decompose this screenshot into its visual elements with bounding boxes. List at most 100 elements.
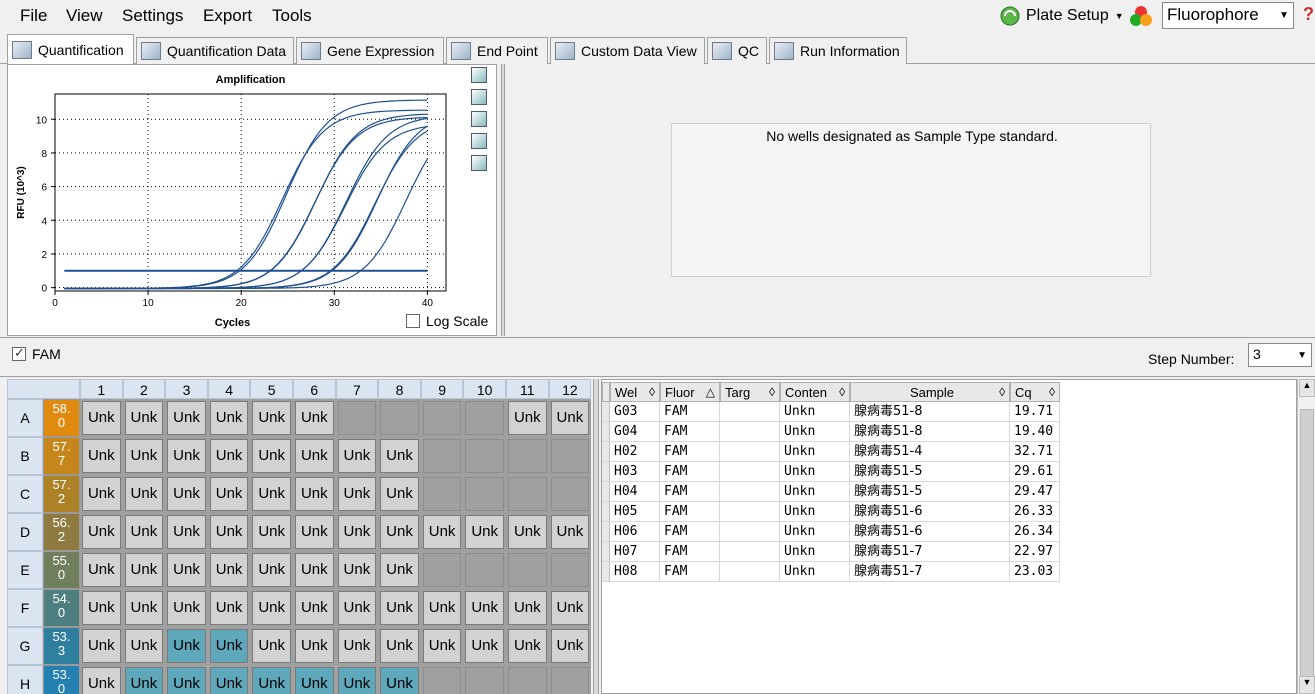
- row-selector[interactable]: [602, 482, 610, 502]
- plate-well[interactable]: [422, 439, 462, 473]
- plate-well[interactable]: Unk: [82, 667, 121, 694]
- plate-well[interactable]: Unk: [508, 591, 547, 625]
- table-cell[interactable]: FAM: [660, 422, 720, 442]
- plate-well[interactable]: Unk: [167, 553, 206, 587]
- column-header[interactable]: 6: [293, 379, 336, 399]
- plate-well[interactable]: Unk: [550, 401, 590, 435]
- tab-run-information[interactable]: Run Information: [769, 37, 907, 64]
- column-header[interactable]: 12: [548, 379, 591, 399]
- row-header[interactable]: A: [7, 399, 43, 437]
- zoom-icon[interactable]: [471, 133, 487, 149]
- table-cell[interactable]: [720, 522, 780, 542]
- plate-well[interactable]: Unk: [550, 629, 590, 663]
- plate-well[interactable]: Unk: [124, 591, 164, 625]
- plate-well[interactable]: Unk: [337, 515, 377, 549]
- row-selector[interactable]: [602, 442, 610, 462]
- table-cell[interactable]: 腺病毒51-8: [850, 402, 1010, 422]
- table-cell[interactable]: H03: [610, 462, 660, 482]
- plate-well[interactable]: [465, 439, 504, 473]
- plate-setup-button[interactable]: Plate Setup ▼: [998, 3, 1124, 29]
- menu-file[interactable]: File: [20, 6, 47, 26]
- plate-well[interactable]: Unk: [252, 401, 291, 435]
- table-cell[interactable]: Unkn: [780, 522, 850, 542]
- row-header[interactable]: H: [7, 665, 43, 694]
- sort-icon[interactable]: ◊: [649, 383, 655, 401]
- plate-well[interactable]: Unk: [508, 401, 547, 435]
- table-cell[interactable]: [720, 502, 780, 522]
- help-icon[interactable]: ?: [1303, 4, 1314, 25]
- plate-well[interactable]: [550, 667, 590, 694]
- table-cell[interactable]: H04: [610, 482, 660, 502]
- plate-well[interactable]: Unk: [380, 515, 419, 549]
- scroll-down-icon[interactable]: ▼: [1299, 676, 1315, 694]
- row-selector-header[interactable]: [602, 382, 610, 402]
- table-cell[interactable]: 19.71: [1010, 402, 1060, 422]
- target-column-header[interactable]: Targ ◊: [720, 382, 780, 402]
- log-scale-checkbox[interactable]: Log Scale: [406, 313, 488, 329]
- plate-well[interactable]: Unk: [167, 401, 206, 435]
- table-cell[interactable]: 32.71: [1010, 442, 1060, 462]
- plate-well[interactable]: Unk: [295, 477, 334, 511]
- table-cell[interactable]: [720, 442, 780, 462]
- plate-well[interactable]: Unk: [124, 553, 164, 587]
- row-selector[interactable]: [602, 522, 610, 542]
- vertical-scrollbar[interactable]: ▲ ▼: [1297, 379, 1315, 694]
- plate-well[interactable]: Unk: [82, 553, 121, 587]
- plate-well[interactable]: Unk: [209, 515, 249, 549]
- plate-well[interactable]: Unk: [82, 629, 121, 663]
- table-cell[interactable]: [720, 462, 780, 482]
- plate-well[interactable]: Unk: [124, 477, 164, 511]
- column-header[interactable]: 5: [250, 379, 293, 399]
- column-header[interactable]: 7: [335, 379, 379, 399]
- table-cell[interactable]: [720, 542, 780, 562]
- plate-well[interactable]: Unk: [252, 515, 291, 549]
- plate-well[interactable]: Unk: [209, 591, 249, 625]
- plate-well[interactable]: [550, 477, 590, 511]
- plate-well[interactable]: Unk: [82, 591, 121, 625]
- row-selector[interactable]: [602, 502, 610, 522]
- scroll-up-icon[interactable]: ▲: [1299, 379, 1315, 397]
- table-cell[interactable]: 26.33: [1010, 502, 1060, 522]
- tab-gene-expression[interactable]: Gene Expression: [296, 37, 444, 64]
- plate-well[interactable]: Unk: [209, 629, 249, 663]
- plate-well[interactable]: [550, 553, 590, 587]
- menu-tools[interactable]: Tools: [272, 6, 312, 26]
- table-cell[interactable]: 腺病毒51-6: [850, 502, 1010, 522]
- column-header[interactable]: 3: [165, 379, 208, 399]
- plate-well[interactable]: Unk: [252, 667, 291, 694]
- plate-well[interactable]: Unk: [295, 591, 334, 625]
- fam-checkbox[interactable]: FAM: [12, 345, 61, 362]
- table-cell[interactable]: Unkn: [780, 462, 850, 482]
- plate-well[interactable]: Unk: [465, 591, 504, 625]
- row-selector[interactable]: [602, 402, 610, 422]
- plate-well[interactable]: Unk: [167, 477, 206, 511]
- table-cell[interactable]: Unkn: [780, 422, 850, 442]
- column-header[interactable]: 10: [463, 379, 506, 399]
- table-cell[interactable]: 26.34: [1010, 522, 1060, 542]
- table-cell[interactable]: 23.03: [1010, 562, 1060, 582]
- column-header[interactable]: 8: [378, 379, 421, 399]
- row-header[interactable]: B: [7, 437, 43, 475]
- plate-well[interactable]: Unk: [124, 515, 164, 549]
- plate-well[interactable]: [465, 553, 504, 587]
- sort-icon[interactable]: ◊: [999, 383, 1005, 401]
- plate-well[interactable]: Unk: [295, 553, 334, 587]
- plate-well[interactable]: [550, 439, 590, 473]
- tab-qc[interactable]: QC: [707, 37, 767, 64]
- tab-end-point[interactable]: End Point: [446, 37, 548, 64]
- plate-well[interactable]: Unk: [380, 553, 419, 587]
- plate-well[interactable]: Unk: [295, 515, 334, 549]
- plate-well[interactable]: Unk: [209, 553, 249, 587]
- plate-well[interactable]: Unk: [295, 401, 334, 435]
- plate-well[interactable]: [422, 667, 462, 694]
- plate-well[interactable]: Unk: [167, 591, 206, 625]
- plate-well[interactable]: Unk: [337, 591, 377, 625]
- panel-splitter[interactable]: [593, 379, 599, 694]
- cq-column-header[interactable]: Cq ◊: [1010, 382, 1060, 402]
- plate-well[interactable]: Unk: [82, 401, 121, 435]
- table-cell[interactable]: H07: [610, 542, 660, 562]
- menu-export[interactable]: Export: [203, 6, 252, 26]
- plate-well[interactable]: Unk: [295, 629, 334, 663]
- tab-quantification-data[interactable]: Quantification Data: [136, 37, 294, 64]
- scrollbar-thumb[interactable]: [1300, 409, 1314, 679]
